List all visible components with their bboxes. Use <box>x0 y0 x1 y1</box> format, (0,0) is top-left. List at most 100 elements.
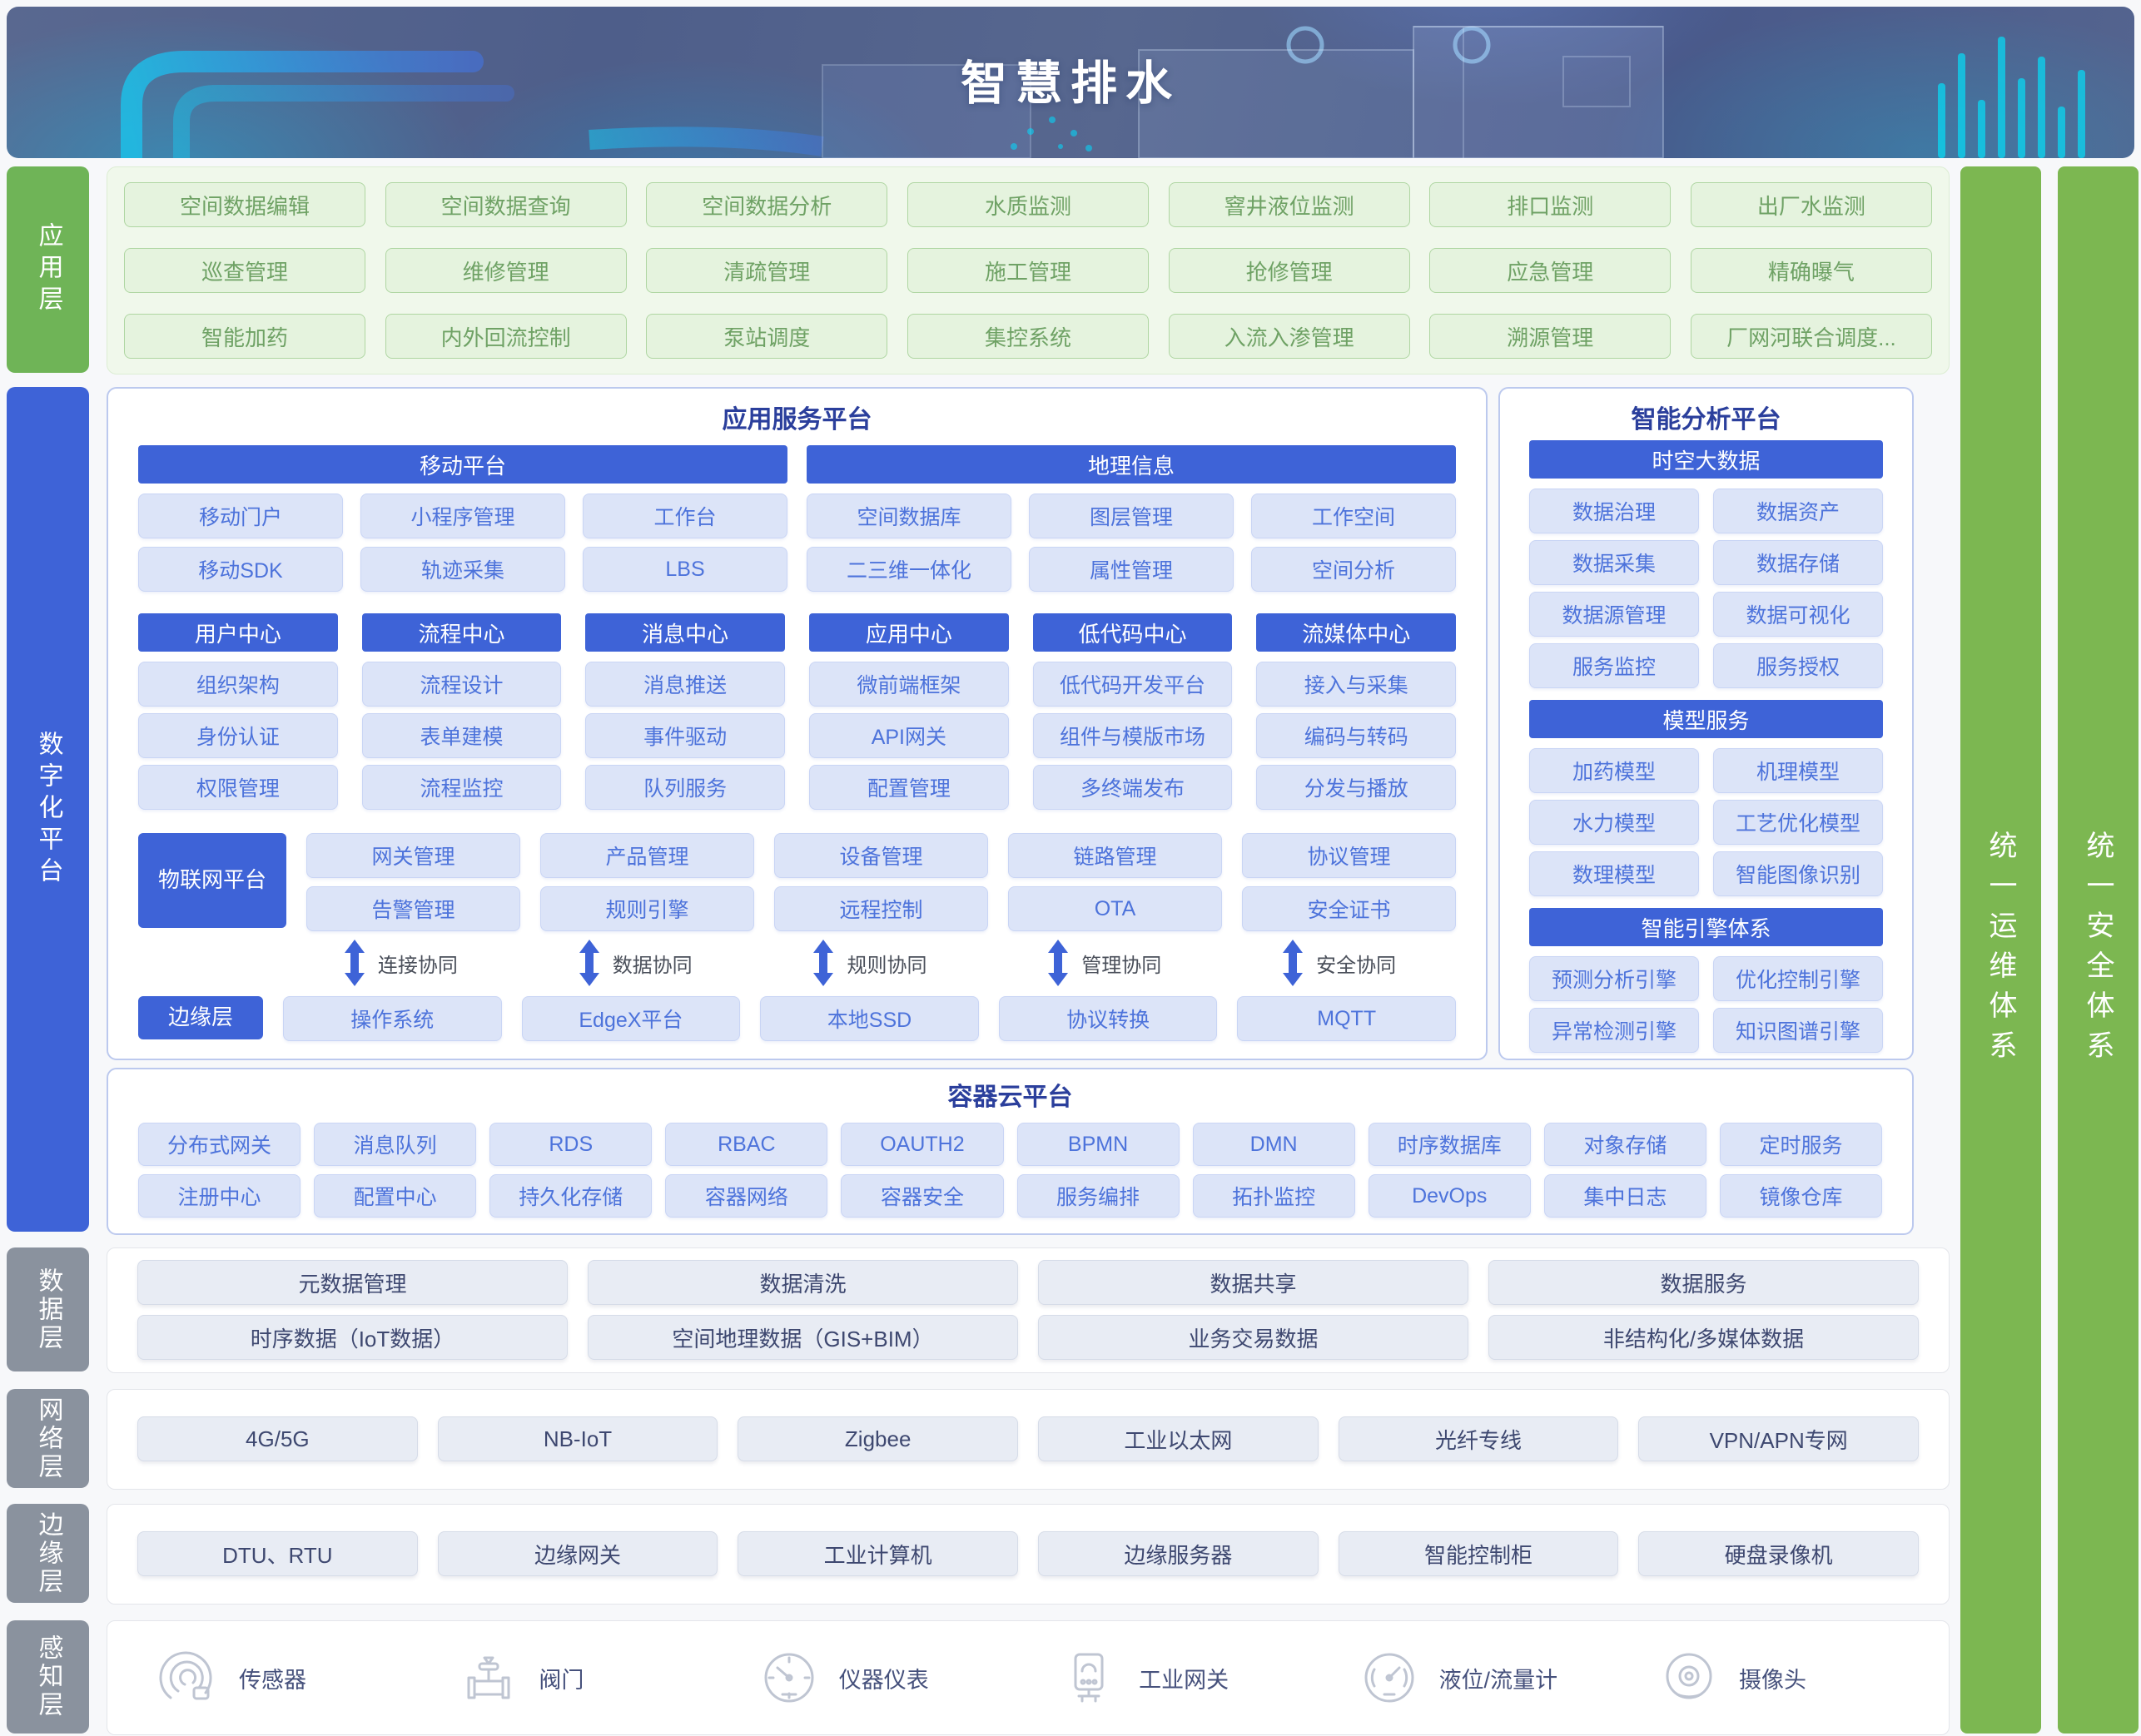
capability-button[interactable]: 工艺优化模型 <box>1713 800 1883 845</box>
capability-button[interactable]: 轨迹采集 <box>360 547 565 592</box>
capability-button[interactable]: 消息推送 <box>585 662 785 707</box>
capability-button[interactable]: 注册中心 <box>138 1174 301 1218</box>
capability-button[interactable]: 消息队列 <box>314 1123 476 1166</box>
network-button[interactable]: 光纤专线 <box>1339 1416 1619 1461</box>
capability-button[interactable]: 组件与模版市场 <box>1033 713 1233 758</box>
data-button[interactable]: 非结构化/多媒体数据 <box>1488 1315 1919 1360</box>
capability-button[interactable]: 智能图像识别 <box>1713 851 1883 896</box>
capability-button[interactable]: 集中日志 <box>1544 1174 1706 1218</box>
app-button[interactable]: 施工管理 <box>907 248 1149 293</box>
capability-button[interactable]: 权限管理 <box>138 765 338 810</box>
edge-device-button[interactable]: 硬盘录像机 <box>1638 1531 1919 1576</box>
capability-button[interactable]: 微前端框架 <box>809 662 1009 707</box>
capability-button[interactable]: 服务授权 <box>1713 643 1883 688</box>
capability-button[interactable]: 数据源管理 <box>1529 592 1699 637</box>
capability-button[interactable]: 配置中心 <box>314 1174 476 1218</box>
capability-button[interactable]: 对象存储 <box>1544 1123 1706 1166</box>
capability-button[interactable]: OAUTH2 <box>841 1123 1003 1166</box>
capability-button[interactable]: MQTT <box>1237 996 1456 1041</box>
data-button[interactable]: 业务交易数据 <box>1038 1315 1468 1360</box>
capability-button[interactable]: 数据资产 <box>1713 489 1883 533</box>
edge-device-button[interactable]: DTU、RTU <box>137 1531 418 1576</box>
capability-button[interactable]: 移动SDK <box>138 547 343 592</box>
capability-button[interactable]: 空间数据库 <box>807 494 1011 538</box>
capability-button[interactable]: 协议管理 <box>1242 833 1456 878</box>
capability-button[interactable]: 预测分析引擎 <box>1529 956 1699 1001</box>
data-button[interactable]: 数据共享 <box>1038 1260 1468 1305</box>
network-button[interactable]: 工业以太网 <box>1038 1416 1319 1461</box>
capability-button[interactable]: 小程序管理 <box>360 494 565 538</box>
app-button[interactable]: 空间数据编辑 <box>124 182 365 227</box>
app-button[interactable]: 溯源管理 <box>1429 314 1671 359</box>
capability-button[interactable]: 异常检测引擎 <box>1529 1008 1699 1053</box>
capability-button[interactable]: 定时服务 <box>1720 1123 1882 1166</box>
capability-button[interactable]: 工作台 <box>583 494 787 538</box>
app-button[interactable]: 应急管理 <box>1429 248 1671 293</box>
app-button[interactable]: 巡查管理 <box>124 248 365 293</box>
capability-button[interactable]: 编码与转码 <box>1256 713 1456 758</box>
capability-button[interactable]: 数理模型 <box>1529 851 1699 896</box>
data-button[interactable]: 数据清洗 <box>588 1260 1018 1305</box>
capability-button[interactable]: API网关 <box>809 713 1009 758</box>
capability-button[interactable]: EdgeX平台 <box>522 996 741 1041</box>
app-button[interactable]: 厂网河联合调度... <box>1691 314 1932 359</box>
capability-button[interactable]: 移动门户 <box>138 494 343 538</box>
network-button[interactable]: NB-IoT <box>438 1416 718 1461</box>
data-button[interactable]: 时序数据（IoT数据） <box>137 1315 568 1360</box>
capability-button[interactable]: 分布式网关 <box>138 1123 301 1166</box>
capability-button[interactable]: 远程控制 <box>774 886 988 931</box>
capability-button[interactable]: 数据可视化 <box>1713 592 1883 637</box>
app-button[interactable]: 出厂水监测 <box>1691 182 1932 227</box>
capability-button[interactable]: 配置管理 <box>809 765 1009 810</box>
capability-button[interactable]: 图层管理 <box>1029 494 1234 538</box>
capability-button[interactable]: BPMN <box>1017 1123 1180 1166</box>
capability-button[interactable]: LBS <box>583 547 787 592</box>
data-button[interactable]: 空间地理数据（GIS+BIM） <box>588 1315 1018 1360</box>
capability-button[interactable]: 空间分析 <box>1251 547 1456 592</box>
capability-button[interactable]: 接入与采集 <box>1256 662 1456 707</box>
network-button[interactable]: VPN/APN专网 <box>1638 1416 1919 1461</box>
capability-button[interactable]: 规则引擎 <box>540 886 754 931</box>
app-button[interactable]: 排口监测 <box>1429 182 1671 227</box>
capability-button[interactable]: 队列服务 <box>585 765 785 810</box>
app-button[interactable]: 窨井液位监测 <box>1169 182 1410 227</box>
capability-button[interactable]: 低代码开发平台 <box>1033 662 1233 707</box>
capability-button[interactable]: 加药模型 <box>1529 748 1699 793</box>
app-button[interactable]: 空间数据分析 <box>646 182 887 227</box>
capability-button[interactable]: 分发与播放 <box>1256 765 1456 810</box>
capability-button[interactable]: 时序数据库 <box>1369 1123 1531 1166</box>
capability-button[interactable]: 产品管理 <box>540 833 754 878</box>
capability-button[interactable]: 多终端发布 <box>1033 765 1233 810</box>
app-button[interactable]: 清疏管理 <box>646 248 887 293</box>
capability-button[interactable]: 水力模型 <box>1529 800 1699 845</box>
capability-button[interactable]: 本地SSD <box>760 996 979 1041</box>
capability-button[interactable]: DevOps <box>1369 1174 1531 1218</box>
capability-button[interactable]: 二三维一体化 <box>807 547 1011 592</box>
capability-button[interactable]: 事件驱动 <box>585 713 785 758</box>
capability-button[interactable]: RDS <box>489 1123 652 1166</box>
capability-button[interactable]: DMN <box>1193 1123 1355 1166</box>
capability-button[interactable]: 表单建模 <box>362 713 562 758</box>
capability-button[interactable]: 属性管理 <box>1029 547 1234 592</box>
app-button[interactable]: 精确曝气 <box>1691 248 1932 293</box>
capability-button[interactable]: 工作空间 <box>1251 494 1456 538</box>
capability-button[interactable]: 拓扑监控 <box>1193 1174 1355 1218</box>
capability-button[interactable]: 身份认证 <box>138 713 338 758</box>
capability-button[interactable]: 持久化存储 <box>489 1174 652 1218</box>
capability-button[interactable]: 机理模型 <box>1713 748 1883 793</box>
app-button[interactable]: 入流入渗管理 <box>1169 314 1410 359</box>
app-button[interactable]: 空间数据查询 <box>385 182 627 227</box>
capability-button[interactable]: 数据存储 <box>1713 540 1883 585</box>
capability-button[interactable]: 容器网络 <box>665 1174 827 1218</box>
capability-button[interactable]: 流程设计 <box>362 662 562 707</box>
edge-device-button[interactable]: 边缘服务器 <box>1038 1531 1319 1576</box>
network-button[interactable]: Zigbee <box>738 1416 1018 1461</box>
capability-button[interactable]: 操作系统 <box>283 996 502 1041</box>
capability-button[interactable]: 安全证书 <box>1242 886 1456 931</box>
app-button[interactable]: 泵站调度 <box>646 314 887 359</box>
capability-button[interactable]: 优化控制引擎 <box>1713 956 1883 1001</box>
app-button[interactable]: 集控系统 <box>907 314 1149 359</box>
capability-button[interactable]: 数据治理 <box>1529 489 1699 533</box>
capability-button[interactable]: 组织架构 <box>138 662 338 707</box>
capability-button[interactable]: 网关管理 <box>306 833 520 878</box>
